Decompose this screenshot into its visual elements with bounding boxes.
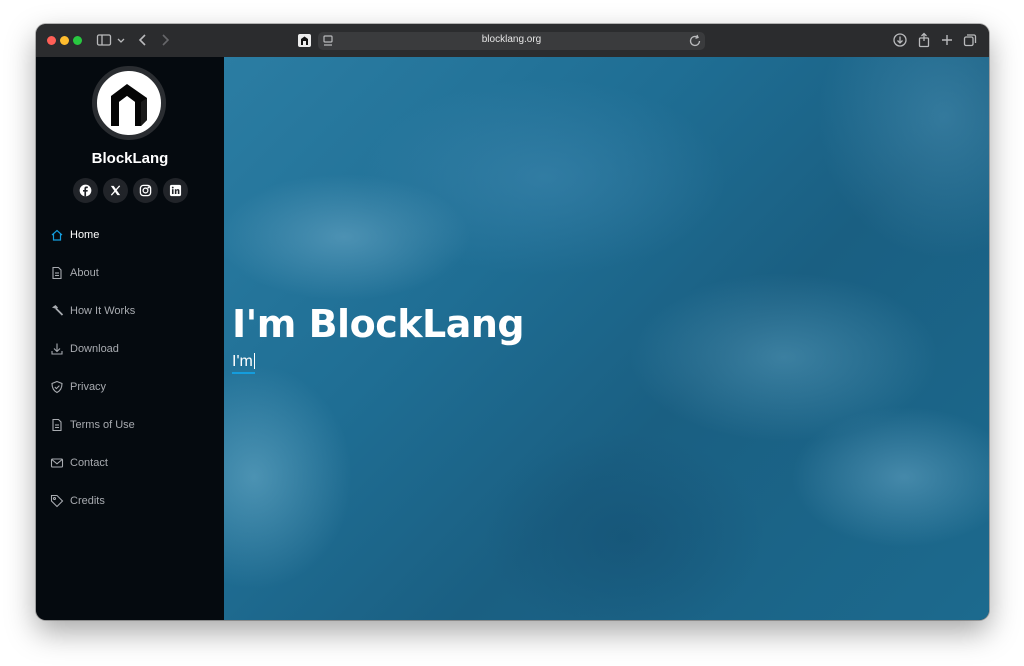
hero-title: I'm BlockLang (232, 302, 525, 346)
site-name[interactable]: BlockLang (36, 150, 224, 167)
download-icon[interactable] (892, 32, 908, 48)
instagram-icon[interactable] (133, 178, 158, 203)
house-icon (50, 228, 64, 242)
hammer-icon (50, 304, 64, 318)
nav-item-credits[interactable]: Credits (50, 490, 220, 512)
x-twitter-icon[interactable] (103, 178, 128, 203)
close-window-button[interactable] (47, 36, 56, 45)
nav-label: How It Works (70, 305, 136, 317)
shield-icon (50, 380, 64, 394)
address-bar[interactable]: blocklang.org (318, 32, 705, 50)
typed-text: I'm (232, 353, 253, 370)
nav-item-home[interactable]: Home (50, 224, 220, 246)
nav-item-privacy[interactable]: Privacy (50, 376, 220, 398)
chevron-down-icon[interactable] (113, 32, 125, 48)
tabs-icon[interactable] (962, 32, 978, 48)
nav-item-terms-of-use[interactable]: Terms of Use (50, 414, 220, 436)
hero-section: I'm BlockLang I'm (224, 57, 989, 620)
minimize-window-button[interactable] (60, 36, 69, 45)
nav-item-download[interactable]: Download (50, 338, 220, 360)
url-text: blocklang.org (481, 34, 542, 45)
file-icon (50, 266, 64, 280)
reload-icon[interactable] (687, 33, 701, 47)
site-favicon-icon (298, 34, 311, 47)
browser-window: blocklang.org BlockLang Home About How I… (36, 24, 989, 620)
sidebar: BlockLang Home About How It Works Downlo… (36, 57, 224, 620)
typing-cursor (253, 353, 255, 369)
file-icon (50, 418, 64, 432)
sidebar-icon[interactable] (96, 32, 112, 48)
chevron-left-icon[interactable] (135, 32, 151, 48)
nav-item-contact[interactable]: Contact (50, 452, 220, 474)
envelope-icon (50, 456, 64, 470)
download-icon (50, 342, 64, 356)
site-logo[interactable] (92, 66, 166, 140)
share-icon[interactable] (916, 32, 932, 48)
nav-label: Terms of Use (70, 419, 135, 431)
chevron-right-icon[interactable] (157, 32, 173, 48)
hero-typed-text: I'm (232, 353, 255, 374)
nav-label: Privacy (70, 381, 107, 393)
facebook-icon[interactable] (73, 178, 98, 203)
nav-label: Credits (70, 495, 105, 507)
linkedin-icon[interactable] (163, 178, 188, 203)
nav-item-how-it-works[interactable]: How It Works (50, 300, 220, 322)
nav-label: Home (70, 229, 100, 241)
nav-label: Contact (70, 457, 108, 469)
nav-label: About (70, 267, 99, 279)
zoom-window-button[interactable] (73, 36, 82, 45)
nav-item-about[interactable]: About (50, 262, 220, 284)
tag-icon (50, 494, 64, 508)
browser-titlebar: blocklang.org (36, 24, 989, 58)
nav-label: Download (70, 343, 119, 355)
plus-icon[interactable] (939, 32, 955, 48)
